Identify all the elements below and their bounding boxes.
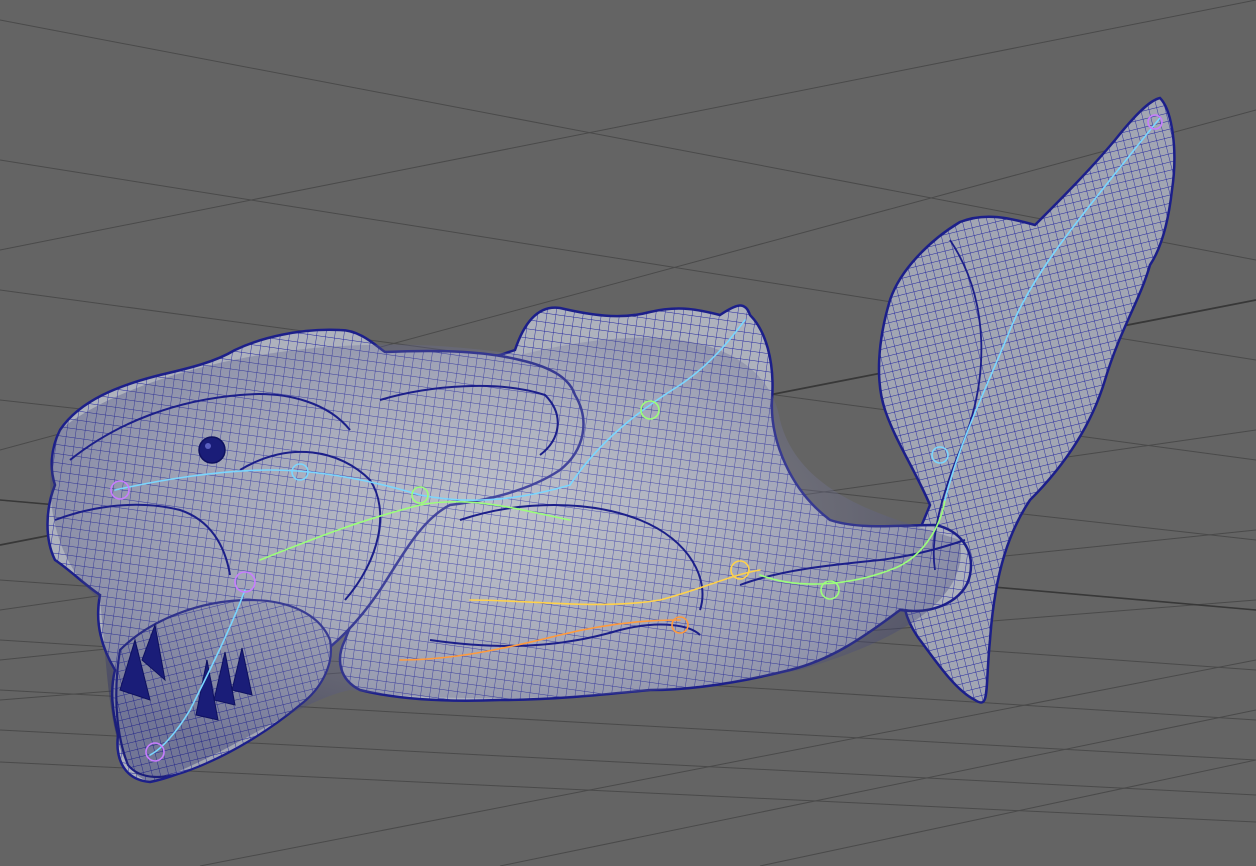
scene-canvas[interactable]: [0, 0, 1256, 866]
grid-line-b-8: [759, 759, 1256, 866]
eye-socket: [198, 436, 226, 464]
3d-viewport[interactable]: [0, 0, 1256, 866]
eye-highlight: [205, 443, 211, 449]
creature-mesh[interactable]: [46, 96, 1176, 784]
